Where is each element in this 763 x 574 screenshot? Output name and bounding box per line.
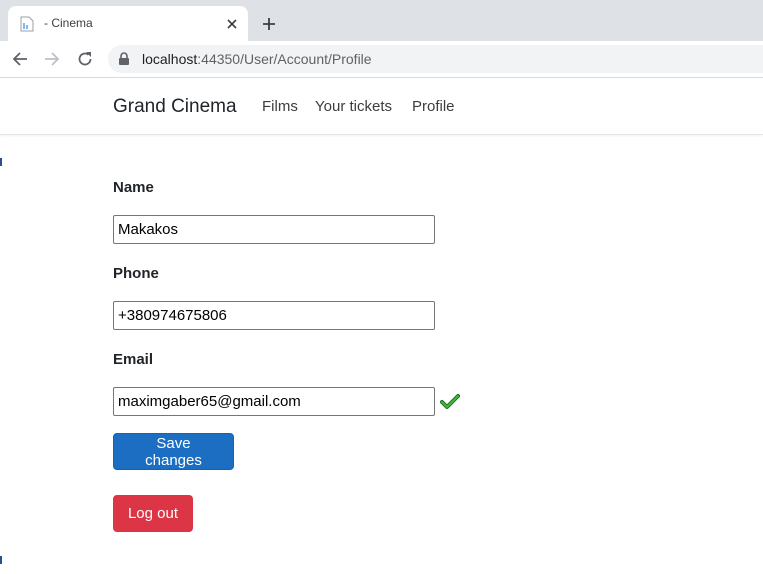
reload-icon[interactable] [73,47,97,71]
url-host: localhost [142,51,198,67]
checkmark-icon [440,393,460,411]
nav-link-profile[interactable]: Profile [412,98,455,115]
nav-link-your-tickets[interactable]: Your tickets [315,98,392,115]
url-path: :44350/User/Account/Profile [197,51,372,67]
name-label: Name [113,179,154,196]
browser-toolbar: localhost:44350/User/Account/Profile [0,41,763,78]
edge-marker [0,556,5,564]
tab-title: - Cinema [44,16,93,30]
close-icon[interactable] [222,14,242,34]
plus-icon[interactable] [257,12,281,36]
document-favicon-icon [20,16,34,32]
lock-icon[interactable] [118,52,132,66]
save-changes-button[interactable]: Save changes [113,433,234,470]
phone-label: Phone [113,265,159,282]
email-field[interactable] [113,387,435,416]
arrow-right-icon[interactable] [40,47,64,71]
url-text[interactable]: localhost:44350/User/Account/Profile [142,51,372,67]
site-navbar: Grand Cinema Films Your tickets Profile [0,78,763,135]
arrow-left-icon[interactable] [8,47,32,71]
nav-link-films[interactable]: Films [262,98,298,115]
edge-marker [0,158,5,166]
name-field[interactable] [113,215,435,244]
address-bar[interactable]: localhost:44350/User/Account/Profile [108,45,763,73]
email-label: Email [113,351,154,368]
log-out-button[interactable]: Log out [113,495,193,532]
phone-field[interactable] [113,301,435,330]
browser-tab-strip: - Cinema [0,0,763,41]
brand-link[interactable]: Grand Cinema [113,96,237,118]
browser-tab[interactable]: - Cinema [8,6,248,41]
